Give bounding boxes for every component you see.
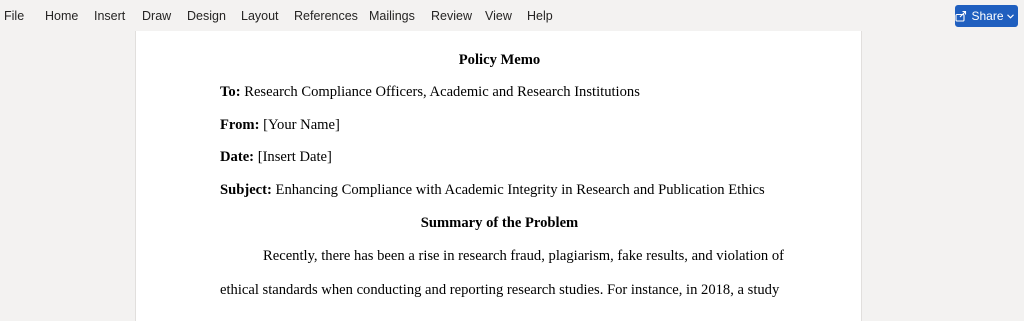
date-label: Date: [220,149,255,165]
tab-references[interactable]: References [294,9,358,23]
date-line: Date: [Insert Date] [220,149,332,165]
date-value: [Insert Date] [257,149,332,165]
tab-draw[interactable]: Draw [142,9,171,23]
share-icon [955,10,967,22]
to-label: To: [220,84,241,100]
tab-design[interactable]: Design [187,9,226,23]
tab-layout[interactable]: Layout [241,9,279,23]
memo-title: Policy Memo [458,52,541,68]
section-heading: Summary of the Problem [420,215,579,231]
subject-value: Enhancing Compliance with Academic Integ… [275,182,765,198]
from-value: [Your Name] [263,117,340,133]
from-line: From: [Your Name] [220,117,340,133]
subject-line: Subject: Enhancing Compliance with Acade… [220,182,765,198]
to-line: To: Research Compliance Officers, Academ… [220,84,640,100]
from-label: From: [220,117,260,133]
chevron-down-icon [1006,13,1014,19]
to-value: Research Compliance Officers, Academic a… [244,84,640,100]
tab-file[interactable]: File [4,9,24,23]
tab-help[interactable]: Help [527,9,553,23]
tab-review[interactable]: Review [431,9,472,23]
ribbon-bar: File Home Insert Draw Design Layout Refe… [0,0,1024,31]
tab-mailings[interactable]: Mailings [369,9,415,23]
share-label: Share [971,9,1004,23]
tab-view[interactable]: View [485,9,512,23]
document-page[interactable]: Policy Memo To: Research Compliance Offi… [135,31,862,321]
tab-insert[interactable]: Insert [94,9,125,23]
subject-label: Subject: [220,182,272,198]
paragraph-line-1: Recently, there has been a rise in resea… [263,248,784,264]
paragraph-line-2: ethical standards when conducting and re… [220,282,780,298]
tab-home[interactable]: Home [45,9,78,23]
share-button[interactable]: Share [955,5,1018,27]
